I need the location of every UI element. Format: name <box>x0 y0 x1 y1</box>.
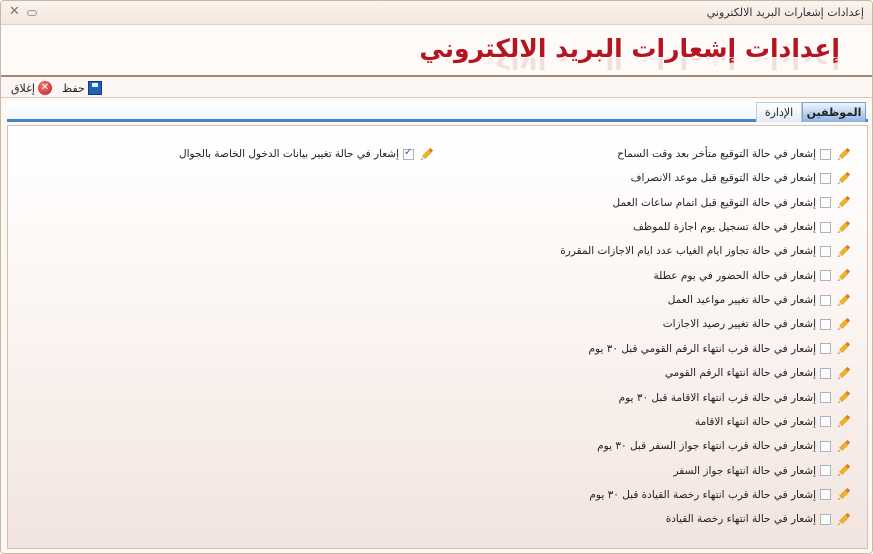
settings-window: ✕ إعدادات إشعارات البريد الالكتروني إعدا… <box>0 0 873 554</box>
notification-option: إشعار في حالة قرب انتهاء رخصة القيادة قب… <box>589 485 852 505</box>
pencil-icon[interactable] <box>835 486 852 503</box>
pencil-icon[interactable] <box>835 389 852 406</box>
option-label: إشعار في حالة تجاوز ايام الغياب عدد ايام… <box>560 245 816 258</box>
pencil-icon[interactable] <box>835 292 852 309</box>
title-bar: ✕ إعدادات إشعارات البريد الالكتروني <box>1 1 872 25</box>
notification-option: إشعار في حالة التوقيع قبل اتمام ساعات ال… <box>613 193 853 213</box>
notification-option: إشعار في حالة انتهاء رخصة القيادة <box>666 509 852 529</box>
option-label: إشعار في حالة تسجيل يوم اجازة للموظف <box>633 221 816 234</box>
option-checkbox[interactable] <box>820 221 831 233</box>
page-heading-reflection: إعدادات إشعارات البريد الالكتروني <box>419 58 840 72</box>
option-label: إشعار في حالة قرب انتهاء رخصة القيادة قب… <box>589 488 816 501</box>
notification-option: إشعار في حالة قرب انتهاء الاقامة قبل ٣٠ … <box>619 388 852 408</box>
option-checkbox[interactable] <box>820 197 831 209</box>
toolbar: حفظ ✕ إغلاق <box>1 78 872 98</box>
floppy-disk-icon <box>87 81 102 95</box>
option-checkbox[interactable] <box>820 465 831 477</box>
option-label: إشعار في حالة انتهاء الرقم القومي <box>664 367 816 380</box>
option-label: إشعار في حالة الحضور في يوم عطلة <box>653 269 816 282</box>
notification-option: إشعار في حالة انتهاء الاقامة <box>695 412 852 432</box>
option-label: إشعار في حالة التوقيع قبل اتمام ساعات ال… <box>612 196 817 209</box>
option-checkbox[interactable] <box>820 440 831 452</box>
notification-option: إشعار في حالة التوقيع قبل موعد الانصراف <box>631 168 852 188</box>
option-checkbox[interactable] <box>820 318 831 330</box>
save-label: حفظ <box>62 81 85 95</box>
pencil-icon[interactable] <box>835 219 852 236</box>
option-checkbox[interactable] <box>820 392 831 403</box>
pencil-icon[interactable] <box>835 267 852 284</box>
option-label: إشعار في حالة انتهاء جواز السفر <box>673 464 816 477</box>
option-checkbox[interactable] <box>820 513 831 525</box>
notification-option: إشعار في حالة تجاوز ايام الغياب عدد ايام… <box>560 241 852 261</box>
option-checkbox[interactable] <box>820 294 831 306</box>
option-label: إشعار في حالة انتهاء رخصة القيادة <box>665 513 816 526</box>
pencil-icon[interactable] <box>835 194 852 211</box>
pencil-icon[interactable] <box>835 438 852 455</box>
pencil-icon[interactable] <box>835 511 852 528</box>
tab-strip: الموظفين الإدارة <box>7 100 868 122</box>
red-x-circle-icon: ✕ <box>37 81 52 95</box>
notification-option: إشعار في حالة انتهاء الرقم القومي <box>665 363 852 383</box>
option-checkbox[interactable] <box>820 245 831 257</box>
option-label: إشعار في حالة انتهاء الاقامة <box>694 415 816 428</box>
notification-option: إشعار في حالة الحضور في يوم عطلة <box>654 266 852 286</box>
window-minimize-icon[interactable] <box>27 10 37 16</box>
notification-option: إشعار في حالة تغيير رصيد الاجازات <box>663 314 852 334</box>
option-checkbox[interactable] <box>820 172 831 184</box>
options-panel: إشعار في حالة التوقيع متأخر بعد وقت السم… <box>7 125 868 549</box>
option-label: إشعار في حالة قرب انتهاء جواز السفر قبل … <box>597 440 816 453</box>
pencil-icon[interactable] <box>835 365 852 382</box>
tab-management[interactable]: الإدارة <box>756 102 802 122</box>
page-banner: إعدادات إشعارات البريد الالكتروني إعدادا… <box>1 25 872 77</box>
notification-option: إشعار في حالة تسجيل يوم اجازة للموظف <box>633 217 852 237</box>
notification-option: إشعار في حالة قرب انتهاء جواز السفر قبل … <box>597 436 852 456</box>
pencil-icon[interactable] <box>835 170 852 187</box>
pencil-icon[interactable] <box>418 146 435 163</box>
window-close-icon[interactable]: ✕ <box>9 4 20 19</box>
pencil-icon[interactable] <box>835 413 852 430</box>
save-button[interactable]: حفظ <box>62 80 102 96</box>
pencil-icon[interactable] <box>835 340 852 357</box>
option-label: إشعار في حالة التوقيع متأخر بعد وقت السم… <box>617 148 816 160</box>
pencil-icon[interactable] <box>835 243 852 260</box>
option-checkbox[interactable] <box>820 367 831 379</box>
option-label: إشعار في حالة التوقيع قبل موعد الانصراف <box>630 172 816 185</box>
pencil-icon[interactable] <box>835 462 852 479</box>
tab-employees[interactable]: الموظفين <box>802 102 866 122</box>
option-label: إشعار في حالة تغيير رصيد الاجازات <box>662 318 816 331</box>
option-label: إشعار في حالة قرب انتهاء الرقم القومي قب… <box>588 342 816 355</box>
close-label: إغلاق <box>11 81 35 95</box>
option-label: إشعار في حالة قرب انتهاء الاقامة قبل ٣٠ … <box>618 391 816 404</box>
pencil-icon[interactable] <box>835 146 852 163</box>
option-label: إشعار في حالة تغيير مواعيد العمل <box>667 294 816 307</box>
option-checkbox[interactable] <box>820 148 831 160</box>
option-checkbox[interactable] <box>820 343 831 355</box>
option-checkbox[interactable] <box>403 147 414 160</box>
notification-option: إشعار في حالة تغيير بيانات الدخول الخاصة… <box>179 144 435 164</box>
notification-option: إشعار في حالة قرب انتهاء الرقم القومي قب… <box>589 339 852 359</box>
close-button[interactable]: ✕ إغلاق <box>11 80 52 96</box>
option-checkbox[interactable] <box>820 270 831 282</box>
window-title: إعدادات إشعارات البريد الالكتروني <box>706 6 864 19</box>
notification-option: إشعار في حالة تغيير مواعيد العمل <box>668 290 852 310</box>
pencil-icon[interactable] <box>835 316 852 333</box>
notification-option: إشعار في حالة التوقيع متأخر بعد وقت السم… <box>617 144 852 164</box>
notification-option: إشعار في حالة انتهاء جواز السفر <box>673 461 852 481</box>
option-label: إشعار في حالة تغيير بيانات الدخول الخاصة… <box>179 148 399 160</box>
option-checkbox[interactable] <box>820 416 831 428</box>
option-checkbox[interactable] <box>820 489 831 501</box>
